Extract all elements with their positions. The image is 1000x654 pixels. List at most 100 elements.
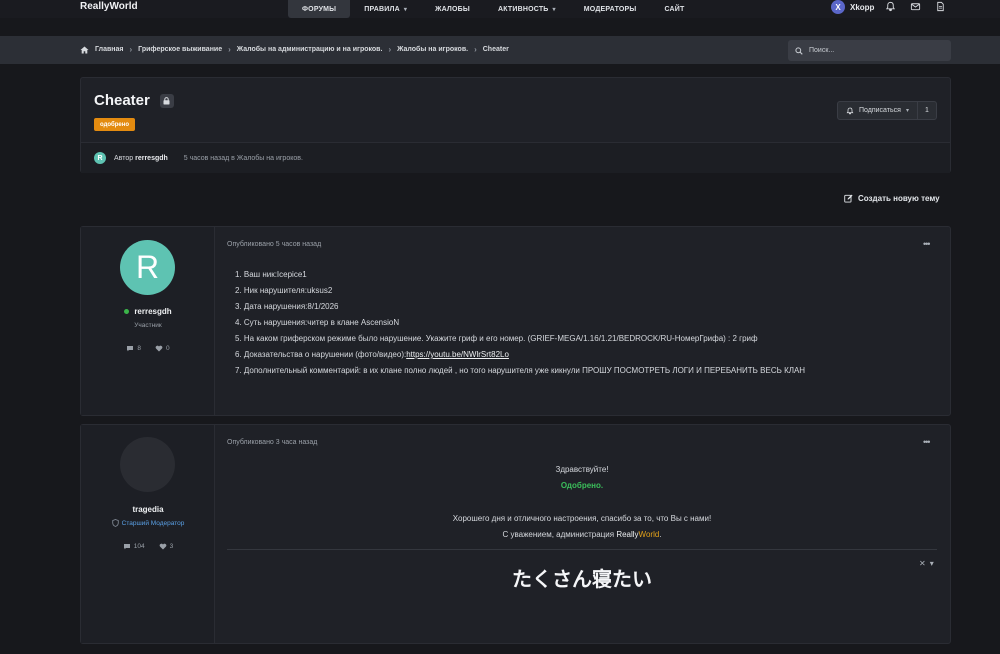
- post-author-panel: R rerresgdh Участник 8 0: [81, 227, 215, 415]
- username: Xkopp: [850, 2, 875, 12]
- chevron-right-icon: ›: [474, 45, 477, 54]
- author-prefix: Автор: [114, 154, 134, 162]
- topic-title-text: Cheater: [94, 92, 150, 109]
- breadcrumb-griefer[interactable]: Гриферское выживание: [138, 46, 222, 53]
- chevron-right-icon: ›: [228, 45, 231, 54]
- follow-label: Подписаться: [859, 107, 901, 114]
- breadcrumb-home[interactable]: Главная: [95, 46, 123, 53]
- evidence-label: 6. Доказательства о нарушении (фото/виде…: [235, 350, 407, 359]
- evidence-link[interactable]: https://youtu.be/NWlrSrt82Lo: [406, 350, 509, 359]
- likes-count: 0: [166, 345, 170, 352]
- nav-forums[interactable]: ФОРУМЫ: [288, 0, 351, 18]
- breadcrumb: Главная › Гриферское выживание › Жалобы …: [80, 45, 509, 54]
- nav-moderators-label: МОДЕРАТОРЫ: [583, 5, 637, 13]
- list-item: 2. Ник нарушителя:uksus2: [235, 286, 333, 295]
- comments-count: 104: [133, 543, 145, 550]
- chevron-right-icon: ›: [388, 45, 392, 54]
- nav-moderators[interactable]: МОДЕРАТОРЫ: [570, 0, 651, 18]
- list-item: 3. Дата нарушения:8/1/2026: [235, 302, 339, 311]
- breadcrumb-complaints-players[interactable]: Жалобы на игроков.: [397, 46, 468, 53]
- post-date[interactable]: Опубликовано 5 часов назад: [227, 241, 321, 248]
- topic-author: Автор rerresgdh: [114, 155, 168, 162]
- edit-icon: [844, 194, 853, 203]
- create-topic-button[interactable]: Создать новую тему: [844, 194, 940, 203]
- lock-icon: [159, 93, 174, 108]
- topic-meta: R Автор rerresgdh 5 часов назад в Жалобы…: [81, 142, 950, 173]
- post-author-name: tragedia: [81, 505, 215, 514]
- page-title: Cheater: [94, 92, 174, 109]
- nav-forums-label: ФОРУМЫ: [302, 5, 337, 13]
- avatar[interactable]: [120, 437, 175, 492]
- home-icon[interactable]: [80, 46, 89, 54]
- signature: たくさん寝たい: [512, 567, 652, 591]
- shield-icon: [111, 519, 119, 527]
- main-nav: ФОРУМЫ ПРАВИЛА ▾ ЖАЛОБЫ АКТИВНОСТЬ ▾ МОДЕР…: [288, 0, 698, 18]
- likes-stat: 3: [159, 543, 174, 550]
- likes-stat: 0: [155, 345, 170, 352]
- author-link[interactable]: rerresgdh: [134, 307, 171, 316]
- nav-complaints[interactable]: ЖАЛОБЫ: [421, 0, 484, 18]
- close-icon[interactable]: ✕: [919, 559, 926, 568]
- author-link[interactable]: tragedia: [132, 505, 163, 514]
- chevron-down-icon[interactable]: ▾: [930, 559, 934, 568]
- post-date[interactable]: Опубликовано 3 часа назад: [227, 439, 317, 446]
- list-item: 1. Ваш ник:Icepice1: [235, 270, 307, 279]
- mail-icon[interactable]: [910, 1, 921, 12]
- chevron-down-icon: ▾: [403, 6, 408, 13]
- post: tragedia Старший Модератор 104 3 Опублик…: [80, 424, 951, 644]
- comments-stat: 104: [123, 543, 145, 550]
- topic-time: 5 часов назад в Жалобы на игроков.: [183, 154, 303, 162]
- online-indicator: [124, 309, 130, 314]
- follow-count: 1: [925, 107, 929, 114]
- greeting-text: Здравствуйте!: [555, 465, 609, 474]
- document-icon[interactable]: [935, 1, 946, 12]
- nav-activity[interactable]: АКТИВНОСТЬ ▾: [484, 0, 570, 18]
- user-icons: [885, 1, 946, 12]
- sign-prefix: С уважением, администрация: [502, 530, 617, 539]
- nav-activity-label: АКТИВНОСТЬ: [497, 5, 549, 13]
- nav-site[interactable]: САЙТ: [650, 0, 698, 18]
- follow-main[interactable]: Подписаться ▾: [838, 102, 918, 119]
- sign-really: Really: [616, 530, 639, 539]
- post-author-panel: tragedia Старший Модератор 104 3: [81, 425, 215, 643]
- more-icon[interactable]: •••: [923, 437, 931, 447]
- post-author-stats: 104 3: [81, 543, 215, 550]
- follow-button[interactable]: Подписаться ▾ 1: [837, 101, 937, 120]
- bell-icon[interactable]: [885, 1, 896, 12]
- comments-count: 8: [137, 345, 141, 352]
- more-icon[interactable]: •••: [923, 239, 931, 249]
- list-item: 6. Доказательства о нарушении (фото/виде…: [235, 347, 805, 363]
- search-icon: [795, 46, 803, 55]
- list-item: 4. Суть нарушения:читер в клане Ascensio…: [235, 318, 400, 327]
- post-author-name: rerresgdh: [81, 307, 215, 316]
- nav-rules[interactable]: ПРАВИЛА ▾: [350, 0, 421, 18]
- sign-world: World: [638, 530, 660, 539]
- role-label: Старший Модератор: [121, 519, 185, 527]
- likes-count: 3: [169, 543, 174, 550]
- sign-text: С уважением, администрация ReallyWorld.: [227, 530, 937, 539]
- breadcrumb-complaints-all[interactable]: Жалобы на администрацию и на игроков.: [237, 46, 383, 53]
- site-logo[interactable]: ReallyWorld: [80, 1, 138, 12]
- topic-header: Cheater одобрено Подписаться ▾ 1 R Автор…: [80, 77, 951, 173]
- chevron-right-icon: ›: [129, 45, 133, 54]
- avatar[interactable]: R: [94, 152, 106, 164]
- signature-controls: ✕ ▾: [919, 559, 934, 568]
- user-menu[interactable]: X Xkopp: [831, 0, 874, 14]
- post-author-role: Старший Модератор: [81, 519, 215, 527]
- author-link[interactable]: rerresgdh: [135, 155, 168, 162]
- post-author-stats: 8 0: [81, 345, 215, 352]
- list-item: 7. Дополнительный комментарий: в их клан…: [235, 366, 806, 375]
- avatar[interactable]: R: [120, 240, 175, 295]
- status-badge: одобрено: [94, 118, 136, 131]
- create-topic-label: Создать новую тему: [858, 194, 940, 203]
- avatar: X: [831, 0, 845, 14]
- heart-icon: [155, 345, 163, 352]
- signature-divider: [227, 549, 937, 550]
- search-input[interactable]: Поиск...: [788, 40, 951, 61]
- top-navbar: ReallyWorld ФОРУМЫ ПРАВИЛА ▾ ЖАЛОБЫ АКТИВ…: [0, 0, 1000, 18]
- comment-icon: [123, 544, 130, 550]
- comment-icon: [127, 346, 134, 352]
- comments-stat: 8: [126, 345, 141, 352]
- post: R rerresgdh Участник 8 0 Опубликовано 5 …: [80, 226, 951, 416]
- heart-icon: [159, 543, 166, 550]
